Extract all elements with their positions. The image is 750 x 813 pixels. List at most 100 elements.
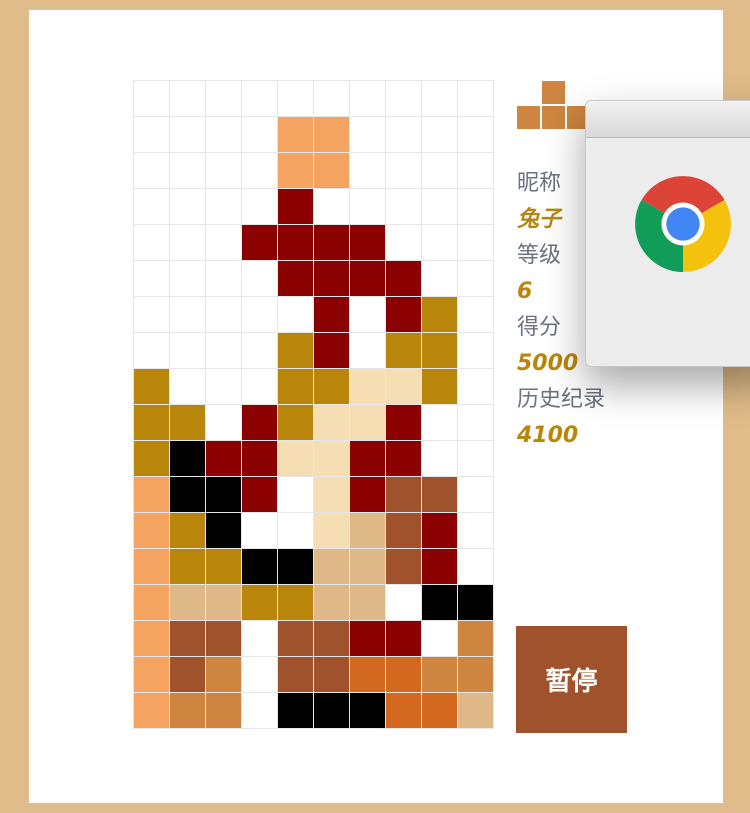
board-cell-filled <box>169 512 205 548</box>
board-cell-empty <box>457 368 493 404</box>
board-cell-filled <box>421 476 457 512</box>
board-cell-filled <box>349 404 385 440</box>
board-cell-empty <box>133 152 169 188</box>
board-cell-filled <box>313 260 349 296</box>
board-cell-filled <box>313 476 349 512</box>
board-cell-filled <box>385 548 421 584</box>
board-cell-empty <box>241 692 277 728</box>
board-cell-empty <box>457 404 493 440</box>
board-cell-filled <box>421 548 457 584</box>
board-cell-empty <box>277 512 313 548</box>
board-cell-filled <box>421 692 457 728</box>
game-board <box>133 80 494 729</box>
board-cell-filled <box>169 404 205 440</box>
board-cell-filled <box>349 260 385 296</box>
board-cell-empty <box>421 620 457 656</box>
board-cell-empty <box>457 296 493 332</box>
board-cell-filled <box>385 692 421 728</box>
popup-title-bar[interactable] <box>586 101 750 138</box>
board-cell-empty <box>241 296 277 332</box>
board-cell-filled <box>133 368 169 404</box>
board-cell-empty <box>133 260 169 296</box>
board-cell-filled <box>277 404 313 440</box>
board-cell-filled <box>457 656 493 692</box>
board-cell-filled <box>385 332 421 368</box>
board-cell-empty <box>205 260 241 296</box>
board-cell-filled <box>133 404 169 440</box>
board-cell-filled <box>385 656 421 692</box>
board-cell-empty <box>169 332 205 368</box>
board-cell-filled <box>313 224 349 260</box>
preview-cell-filled <box>541 80 566 105</box>
board-cell-empty <box>241 332 277 368</box>
board-cell-filled <box>241 404 277 440</box>
board-cell-empty <box>421 116 457 152</box>
board-cell-filled <box>457 692 493 728</box>
board-cell-empty <box>133 224 169 260</box>
board-cell-filled <box>169 620 205 656</box>
browser-popup-window[interactable] <box>585 100 750 367</box>
board-cell-filled <box>241 476 277 512</box>
board-cell-filled <box>133 476 169 512</box>
board-cell-filled <box>133 548 169 584</box>
board-cell-empty <box>205 368 241 404</box>
board-cell-filled <box>241 224 277 260</box>
board-cell-filled <box>241 440 277 476</box>
board-cell-filled <box>313 584 349 620</box>
board-cell-empty <box>457 116 493 152</box>
board-cell-filled <box>277 332 313 368</box>
board-cell-filled <box>313 692 349 728</box>
board-cell-empty <box>241 80 277 116</box>
board-cell-filled <box>421 656 457 692</box>
board-cell-filled <box>421 512 457 548</box>
board-cell-empty <box>421 152 457 188</box>
board-cell-empty <box>457 152 493 188</box>
board-cell-filled <box>349 224 385 260</box>
board-cell-empty <box>241 512 277 548</box>
board-cell-filled <box>169 692 205 728</box>
board-cell-filled <box>169 476 205 512</box>
board-cell-filled <box>205 584 241 620</box>
board-cell-filled <box>385 368 421 404</box>
board-cell-empty <box>385 584 421 620</box>
board-cell-empty <box>205 404 241 440</box>
board-cell-filled <box>313 296 349 332</box>
board-cell-empty <box>421 80 457 116</box>
board-cell-filled <box>277 224 313 260</box>
board-cell-filled <box>205 656 241 692</box>
board-cell-filled <box>385 440 421 476</box>
board-cell-empty <box>385 116 421 152</box>
board-cell-filled <box>205 692 241 728</box>
board-cell-filled <box>241 584 277 620</box>
board-cell-filled <box>277 440 313 476</box>
board-cell-empty <box>277 476 313 512</box>
pause-button[interactable]: 暂停 <box>516 626 627 733</box>
board-cell-filled <box>385 296 421 332</box>
board-cell-empty <box>313 188 349 224</box>
board-cell-filled <box>421 332 457 368</box>
board-cell-filled <box>313 512 349 548</box>
board-cell-empty <box>241 656 277 692</box>
chrome-icon[interactable] <box>634 175 732 273</box>
board-cell-filled <box>349 476 385 512</box>
board-cell-empty <box>169 80 205 116</box>
board-cell-filled <box>133 692 169 728</box>
record-value: 4100 <box>517 423 579 448</box>
board-cell-filled <box>169 584 205 620</box>
preview-cell-filled <box>516 105 541 130</box>
record-label: 历史纪录 <box>517 387 606 412</box>
board-cell-filled <box>385 512 421 548</box>
board-cell-empty <box>421 188 457 224</box>
board-cell-filled <box>313 548 349 584</box>
board-cell-filled <box>313 152 349 188</box>
board-cell-empty <box>385 188 421 224</box>
board-cell-filled <box>349 440 385 476</box>
board-cell-empty <box>457 332 493 368</box>
board-cell-empty <box>349 296 385 332</box>
board-cell-empty <box>385 152 421 188</box>
board-cell-empty <box>133 296 169 332</box>
board-cell-filled <box>349 656 385 692</box>
board-cell-empty <box>169 152 205 188</box>
board-cell-filled <box>277 152 313 188</box>
board-cell-empty <box>205 332 241 368</box>
